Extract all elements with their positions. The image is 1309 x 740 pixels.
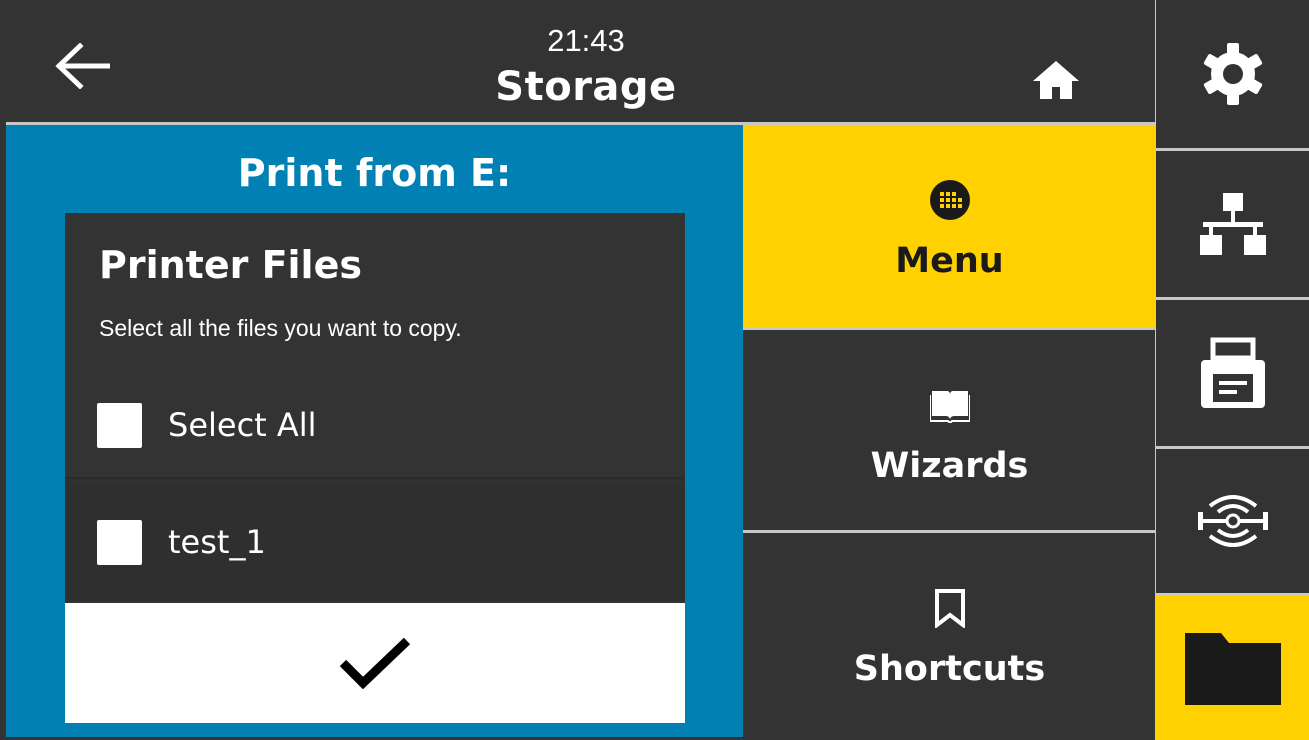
select-all-label: Select All xyxy=(168,406,317,444)
sidebar-item-storage[interactable] xyxy=(1156,596,1309,740)
sidebar-item-settings[interactable] xyxy=(1156,0,1309,148)
clock-time: 21:43 xyxy=(547,23,625,58)
header-bar: 21:43 Storage xyxy=(6,6,1155,122)
nav-wizards-tile[interactable]: Wizards xyxy=(743,330,1156,530)
dialog-subtitle: Select all the files you want to copy. xyxy=(99,315,462,341)
nav-menu-label: Menu xyxy=(895,241,1004,281)
confirm-button[interactable] xyxy=(65,603,685,723)
network-icon xyxy=(1199,193,1266,255)
folder-icon xyxy=(1184,633,1281,705)
sidebar xyxy=(1156,0,1309,740)
home-icon xyxy=(1033,61,1079,99)
select-all-row[interactable]: Select All xyxy=(65,373,685,477)
printer-screen: 21:43 Storage Print from E: Printer File… xyxy=(0,0,1309,740)
page-title: Storage xyxy=(495,64,677,110)
home-button[interactable] xyxy=(1024,54,1088,106)
rfid-icon xyxy=(1197,495,1268,547)
sidebar-item-print[interactable] xyxy=(1156,300,1309,446)
nav-shortcuts-label: Shortcuts xyxy=(853,649,1046,689)
file-checkbox[interactable] xyxy=(97,519,142,565)
print-panel: Print from E: Printer Files Select all t… xyxy=(6,125,743,737)
sidebar-item-rfid[interactable] xyxy=(1156,449,1309,593)
panel-title: Print from E: xyxy=(237,151,512,195)
dialog-title: Printer Files xyxy=(99,243,362,287)
checkmark-icon xyxy=(339,637,411,689)
sidebar-item-network[interactable] xyxy=(1156,151,1309,297)
select-all-checkbox[interactable] xyxy=(97,402,142,448)
printer-icon xyxy=(1200,337,1265,408)
gear-icon xyxy=(1203,43,1262,105)
nav-shortcuts-tile[interactable]: Shortcuts xyxy=(743,533,1156,737)
grid-dots-icon xyxy=(929,180,970,220)
book-icon xyxy=(929,391,970,423)
main-nav: Menu Wizards Shortcuts xyxy=(743,125,1156,737)
file-row[interactable]: test_1 xyxy=(65,483,685,601)
nav-wizards-label: Wizards xyxy=(870,446,1029,486)
bookmark-icon xyxy=(934,589,965,628)
file-name: test_1 xyxy=(168,523,266,561)
nav-menu-tile[interactable]: Menu xyxy=(743,125,1156,327)
printer-files-dialog: Printer Files Select all the files you w… xyxy=(65,213,685,723)
